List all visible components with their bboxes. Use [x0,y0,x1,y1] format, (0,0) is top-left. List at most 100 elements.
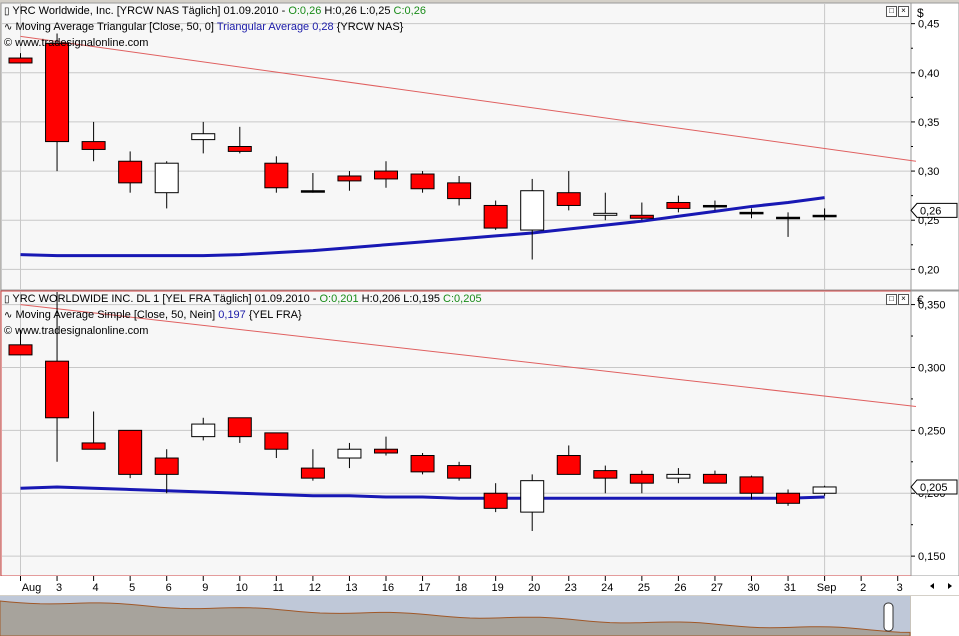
candle-body [629,214,654,219]
y-tick-label: 0,40 [918,68,939,80]
bottom-panel-header: ▯ YRC WORLDWIDE INC. DL 1 [YEL FRA Tägli… [4,293,482,306]
x-tick-label: 5 [129,582,135,594]
candle-body [447,182,472,200]
x-tick-label: 4 [93,582,99,594]
y-tick-label: 0,300 [918,362,946,374]
top-maximize-button[interactable]: □ [886,6,897,17]
candle-body [81,442,106,450]
x-tick-label: Sep [817,582,837,594]
candle-body [483,204,508,229]
top-open: O:0,26 [288,5,322,17]
candle-body [8,344,33,356]
scrollbar-end [911,596,959,636]
y-tick-label: 0,250 [918,425,946,437]
candle-body [8,57,33,64]
top-ma-legend: ∿ Moving Average Triangular [Close, 50, … [4,21,403,34]
x-axis-bg [0,576,959,595]
x-tick-label: 3 [56,582,62,594]
x-tick-label: Aug [22,582,42,594]
top-close-button[interactable]: × [898,6,909,17]
bottom-close: C:0,205 [443,293,482,305]
candle-body [154,162,179,194]
candle-body [520,190,545,231]
x-tick-label: 26 [674,582,686,594]
x-tick-label: 19 [492,582,504,594]
top-currency-label: $ [917,6,924,20]
candle-body [81,141,106,150]
bottom-ma-legend: ∿ Moving Average Simple [Close, 50, Nein… [4,309,302,322]
top-ma-value: Triangular Average 0,28 [216,21,334,33]
candle-body [337,175,362,182]
top-close: C:0,26 [393,5,426,17]
candle-body [227,417,252,438]
candle-body [776,492,801,504]
candle-body [191,423,216,438]
candle-body [593,470,618,479]
x-tick-label: 18 [455,582,467,594]
candle-body [410,455,435,473]
candle-body [666,202,691,209]
candle-icon: ▯ [4,6,10,17]
bottom-ma-value: 0,197 [218,309,246,321]
x-tick-label: 10 [236,582,248,594]
candle-body [447,465,472,479]
candle-body [264,162,289,189]
candle-body [300,467,325,479]
bottom-copyright: © www.tradesignalonline.com [4,325,149,337]
bottom-ma-label: Moving Average Simple [Close, 50, Nein] [15,309,216,321]
x-tick-label: 30 [747,582,759,594]
top-copyright: © www.tradesignalonline.com [4,37,149,49]
x-tick-label: 16 [382,582,394,594]
candle-body [337,448,362,459]
top-title: YRC Worldwide, Inc. [YRCW NAS Täglich] 0… [12,5,286,17]
top-ma-tag: {YRCW NAS} [336,21,404,33]
x-tick-label: 31 [784,582,796,594]
candle-body [264,432,289,450]
y-tick-label: 0,35 [918,117,939,129]
candle-body [812,214,837,218]
candle-body [702,473,727,484]
y-tick-label: 0,30 [918,166,939,178]
x-tick-label: 24 [601,582,613,594]
x-tick-label: 2 [860,582,866,594]
candle-body [666,473,691,479]
x-tick-label: 9 [202,582,208,594]
ma-icon: ∿ [4,22,13,33]
x-tick-label: 27 [711,582,723,594]
candle-body [227,146,252,152]
bottom-close-button[interactable]: × [898,294,909,305]
candle-body [374,170,398,180]
x-tick-label: 20 [528,582,540,594]
y-tick-label: 0,20 [918,264,939,276]
candle-body [739,476,764,494]
bottom-high: H:0,206 [361,293,401,305]
x-tick-label: 3 [897,582,903,594]
x-tick-label: 6 [166,582,172,594]
candle-body [593,212,618,216]
candle-icon: ▯ [4,294,10,305]
x-tick-label: 13 [345,582,357,594]
candle-body [45,42,70,143]
candle-body [154,457,179,475]
last-price-label: 0,205 [920,482,948,494]
candle-body [812,486,837,494]
y-tick-label: 0,150 [918,551,946,563]
bottom-currency-label: € [917,293,924,307]
bottom-ma-tag: {YEL FRA} [248,309,302,321]
candle-body [483,492,508,509]
x-tick-label: 11 [273,582,284,594]
candle-body [300,190,325,193]
top-high: H:0,26 [324,5,357,17]
candle-body [776,216,801,220]
last-price-label: 0,26 [920,205,941,217]
x-tick-label: 12 [309,582,321,594]
candle-body [374,448,398,454]
scrollbar-handle[interactable] [883,602,894,632]
bottom-open: O:0,201 [319,293,359,305]
top-low: L:0,25 [359,5,391,17]
x-tick-label: 23 [565,582,577,594]
bottom-maximize-button[interactable]: □ [886,294,897,305]
candle-body [118,160,143,184]
bottom-low: L:0,195 [403,293,440,305]
candle-body [520,480,545,513]
